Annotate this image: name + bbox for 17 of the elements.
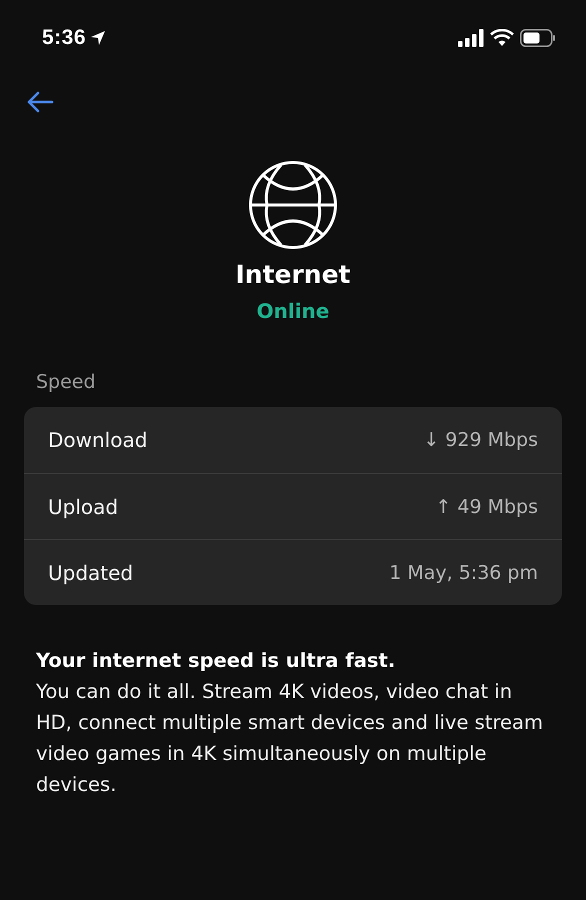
location-icon	[90, 30, 106, 46]
summary-text: You can do it all. Stream 4K videos, video chat in HD, connect multiple smart devices and live stream video games in 4K simultaneously on multiple devices.	[36, 679, 544, 798]
row-label: Updated	[48, 560, 134, 584]
row-label: Upload	[48, 494, 118, 518]
status-time: 5:36	[42, 26, 86, 50]
globe-icon	[248, 160, 338, 250]
summary-title: Your internet speed is ultra fast.	[36, 648, 396, 674]
row-value: 1 May, 5:36 pm	[389, 562, 538, 584]
battery-icon	[520, 29, 556, 47]
service-title: Internet	[235, 260, 351, 289]
row-value: ↓ 929 Mbps	[423, 429, 538, 451]
wifi-icon	[490, 29, 514, 47]
section-label: Speed	[36, 371, 97, 393]
connection-status: Online	[256, 299, 330, 323]
row-value: ↑ 49 Mbps	[435, 496, 538, 518]
row-label: Download	[48, 428, 148, 452]
signal-icon	[458, 29, 484, 47]
